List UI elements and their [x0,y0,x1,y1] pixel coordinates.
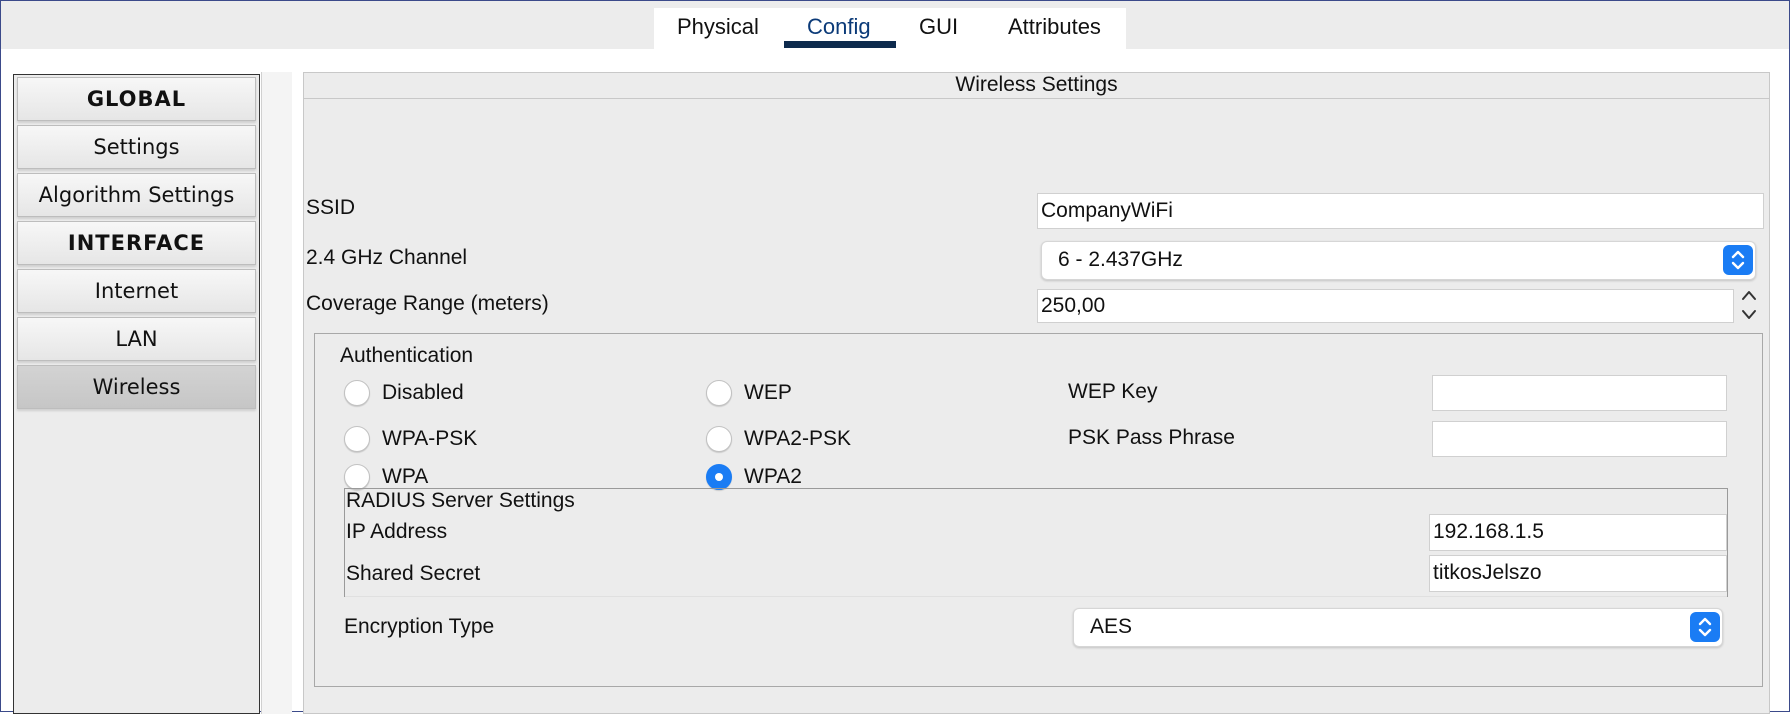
tab-config[interactable]: Config [807,14,871,40]
tab-physical[interactable]: Physical [677,14,759,40]
sidebar-item-internet[interactable]: Internet [17,269,256,313]
radio-wpa[interactable] [344,464,370,490]
ip-address-input[interactable]: 192.168.1.5 [1429,514,1727,551]
panel-title: Wireless Settings [955,73,1118,96]
coverage-stepper[interactable] [1737,285,1761,325]
ip-address-label: IP Address [346,520,448,543]
radio-wep[interactable] [706,380,732,406]
psk-pass-phrase-label: PSK Pass Phrase [1068,426,1235,449]
sidebar-scroll-track[interactable] [261,72,292,714]
authentication-title: Authentication [340,344,474,367]
sidebar-item-settings[interactable]: Settings [17,125,256,169]
sidebar-item-wireless[interactable]: Wireless [17,365,256,409]
radius-bottom-divider [345,596,1727,597]
sidebar-item-algorithm-settings[interactable]: Algorithm Settings [17,173,256,217]
radio-wpa2-label: WPA2 [744,465,802,488]
coverage-input[interactable]: 250,00 [1037,289,1734,323]
tab-gui[interactable]: GUI [919,14,958,40]
radio-disabled-label: Disabled [382,381,464,404]
sidebar-item-lan[interactable]: LAN [17,317,256,361]
encryption-type-label: Encryption Type [344,615,495,638]
shared-secret-label: Shared Secret [346,562,481,585]
channel-select[interactable]: 6 - 2.437GHz [1041,241,1756,280]
active-tab-indicator [784,41,896,48]
shared-secret-input[interactable]: titkosJelszo [1429,555,1727,592]
tab-attributes[interactable]: Attributes [1008,14,1101,40]
radio-wpa-psk[interactable] [344,426,370,452]
radio-disabled[interactable] [344,380,370,406]
psk-pass-phrase-input[interactable] [1432,421,1727,457]
encryption-type-value: AES [1090,615,1133,638]
wep-key-input[interactable] [1432,375,1727,411]
ssid-label: SSID [306,196,356,219]
coverage-label: Coverage Range (meters) [306,292,549,315]
radio-wpa2-psk-label: WPA2-PSK [744,427,851,450]
wep-key-label: WEP Key [1068,380,1158,403]
radio-wpa2-psk[interactable] [706,426,732,452]
channel-select-value: 6 - 2.437GHz [1058,248,1183,271]
radio-wep-label: WEP [744,381,792,404]
radio-wpa-label: WPA [382,465,429,488]
radio-wpa2[interactable] [706,464,732,490]
panel-title-divider [304,98,1769,99]
chevron-updown-icon [1690,612,1720,642]
sidebar: GLOBAL Settings Algorithm Settings INTER… [13,74,260,714]
radius-title: RADIUS Server Settings [346,489,575,512]
chevron-updown-icon [1723,245,1753,275]
sidebar-header-interface: INTERFACE [17,221,256,265]
encryption-type-select[interactable]: AES [1073,608,1723,647]
ssid-input[interactable]: CompanyWiFi [1037,193,1764,229]
sidebar-header-global: GLOBAL [17,77,256,121]
channel-label: 2.4 GHz Channel [306,246,468,269]
radio-wpa-psk-label: WPA-PSK [382,427,478,450]
